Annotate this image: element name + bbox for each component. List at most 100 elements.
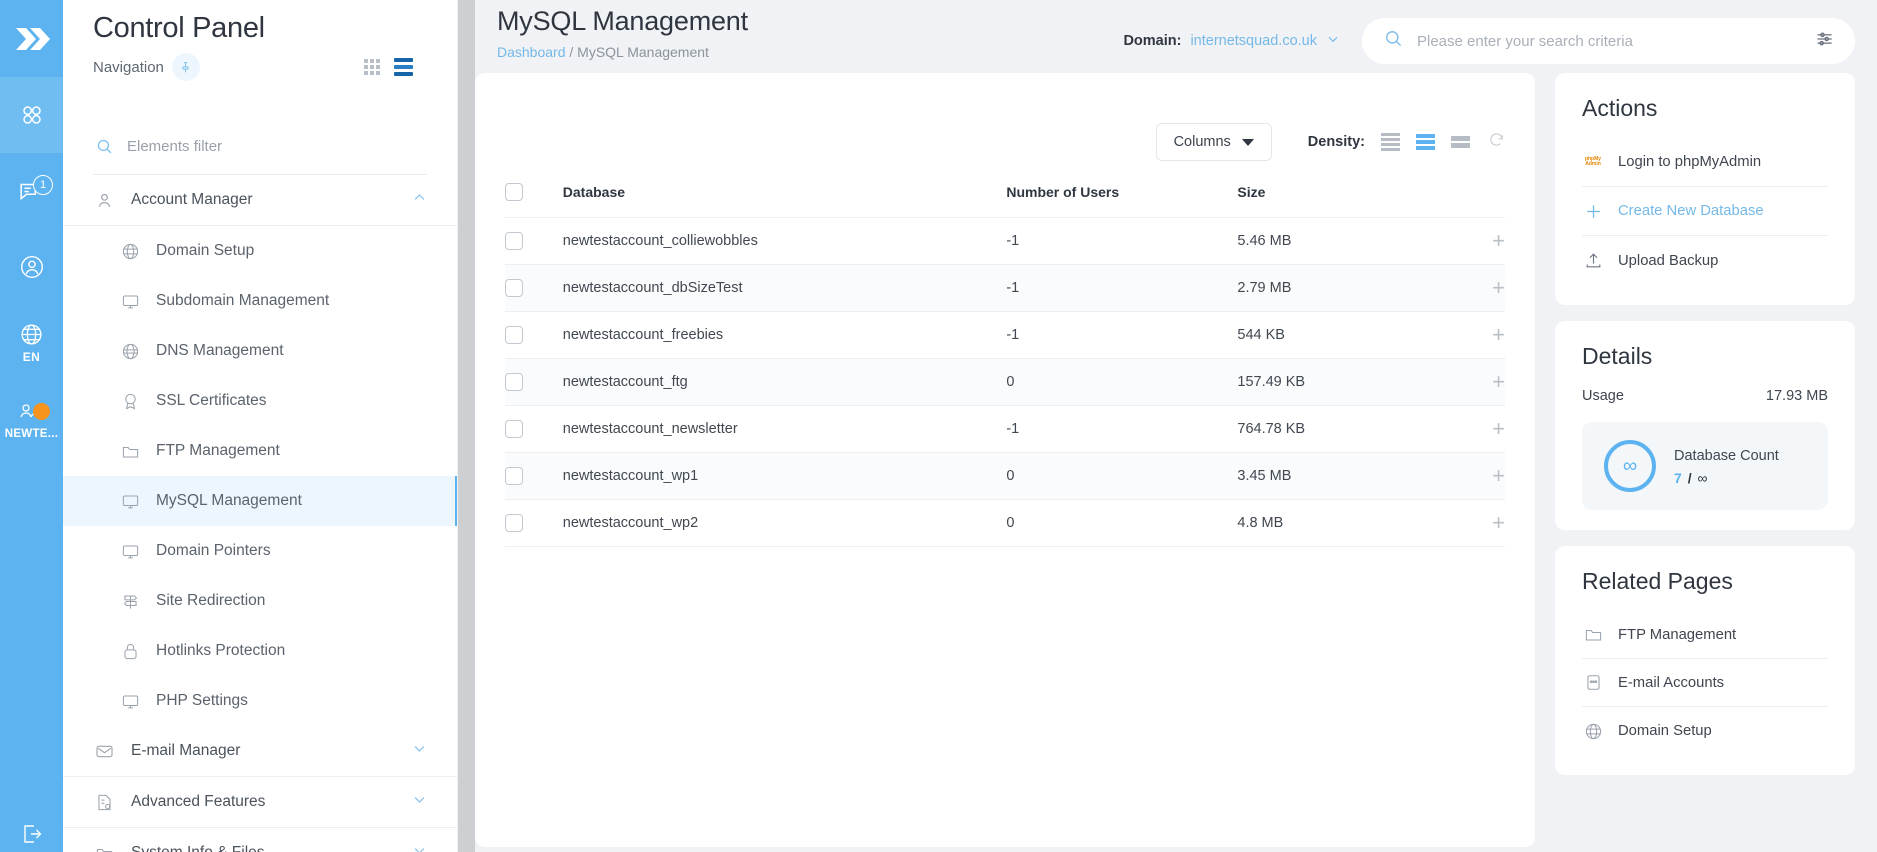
sidebar-item-subdomain-management[interactable]: Subdomain Management (63, 276, 457, 326)
chevron-down-icon[interactable] (412, 792, 427, 812)
upload-icon (1582, 250, 1604, 272)
breadcrumb-current: MySQL Management (577, 44, 709, 60)
table-body: newtestaccount_colliewobbles -1 5.46 MB … (505, 217, 1505, 547)
plus-icon[interactable]: + (1492, 322, 1505, 347)
action-upload-backup[interactable]: Upload Backup (1582, 236, 1828, 285)
density-comfortable-icon[interactable] (1449, 134, 1472, 150)
rail-item-apps[interactable] (0, 77, 63, 153)
sidebar-header: Control Panel Navigation (63, 0, 457, 81)
cell-size: 2.79 MB (1237, 264, 1450, 312)
related-item-domain-setup[interactable]: Domain Setup (1582, 707, 1828, 755)
app-logo[interactable] (0, 0, 63, 77)
rail-item-notifications[interactable]: 1 (0, 153, 63, 229)
sidebar-group-email-manager[interactable]: E-mail Manager (63, 726, 457, 777)
table-row[interactable]: newtestaccount_newsletter -1 764.78 KB + (505, 405, 1505, 453)
chevron-down-icon[interactable] (412, 843, 427, 852)
refresh-icon[interactable] (1488, 131, 1505, 153)
elements-filter[interactable] (93, 119, 427, 175)
rail-item-logout[interactable] (0, 822, 63, 846)
pin-icon[interactable] (171, 53, 200, 81)
sidebar-group-system-info-files[interactable]: System Info & Files (63, 828, 457, 852)
row-checkbox[interactable] (505, 232, 523, 250)
table-row[interactable]: newtestaccount_wp1 0 3.45 MB + (505, 452, 1505, 500)
grid-view-icon[interactable] (364, 59, 380, 75)
sidebar-item-hotlinks-protection[interactable]: Hotlinks Protection (63, 626, 457, 676)
lock-icon (119, 640, 141, 662)
list-view-icon[interactable] (394, 58, 413, 76)
sidebar-item-dns-management[interactable]: DNS Management (63, 326, 457, 376)
sidebar: Control Panel Navigation Elements filter… (63, 0, 475, 852)
search-icon (1384, 29, 1403, 53)
sidebar-group-advanced-features[interactable]: Advanced Features (63, 777, 457, 828)
action-login-phpmyadmin[interactable]: phpMy Admin Login to phpMyAdmin (1582, 138, 1828, 187)
sidebar-group-account-manager[interactable]: Account Manager (63, 175, 457, 226)
plus-icon[interactable]: + (1492, 228, 1505, 253)
domain-value[interactable]: internetsquad.co.uk (1190, 33, 1317, 49)
table-row[interactable]: newtestaccount_colliewobbles -1 5.46 MB … (505, 217, 1505, 265)
databases-table: Database Number of Users Size newtestacc… (505, 177, 1505, 547)
sidebar-title: Control Panel (93, 12, 265, 44)
column-header-users[interactable]: Number of Users (1006, 177, 1238, 218)
details-title: Details (1582, 343, 1653, 369)
column-header-database[interactable]: Database (562, 177, 1007, 218)
sidebar-item-domain-pointers[interactable]: Domain Pointers (63, 526, 457, 576)
sidebar-item-mysql-management[interactable]: MySQL Management (63, 476, 457, 526)
ssl-badge-icon (119, 390, 141, 412)
app-root: 1 EN NEWTE... Control Panel Navigation E… (0, 0, 1877, 852)
related-item-ftp-management[interactable]: FTP Management (1582, 611, 1828, 659)
column-header-size[interactable]: Size (1237, 177, 1450, 218)
sidebar-item-label: Site Redirection (156, 592, 266, 609)
global-search[interactable] (1362, 18, 1855, 64)
infinity-icon: ∞ (1604, 440, 1656, 492)
sidebar-item-domain-setup[interactable]: Domain Setup (63, 226, 457, 276)
sidebar-item-ssl-certificates[interactable]: SSL Certificates (63, 376, 457, 426)
related-item-email-accounts[interactable]: E-mail Accounts (1582, 659, 1828, 707)
plus-icon[interactable]: + (1492, 510, 1505, 535)
row-checkbox[interactable] (505, 420, 523, 438)
action-create-new-database[interactable]: Create New Database (1582, 187, 1828, 236)
sidebar-subtitle: Navigation (93, 58, 164, 76)
elements-filter-input[interactable] (127, 138, 427, 155)
cell-users: 0 (1006, 452, 1238, 500)
sidebar-item-php-settings[interactable]: PHP Settings (63, 676, 457, 726)
density-compact-icon[interactable] (1379, 131, 1402, 153)
columns-button[interactable]: Columns (1155, 123, 1272, 161)
chevron-down-icon[interactable] (1326, 32, 1340, 50)
row-checkbox[interactable] (505, 373, 523, 391)
database-count-current: 7 (1674, 469, 1682, 486)
table-row[interactable]: newtestaccount_wp2 0 4.8 MB + (505, 499, 1505, 547)
cell-users: 0 (1006, 499, 1238, 547)
sidebar-item-label: FTP Management (156, 442, 280, 459)
rail-item-language[interactable]: EN (0, 305, 63, 381)
database-count-separator: / (1687, 469, 1692, 486)
column-header-actions (1449, 177, 1505, 218)
row-checkbox[interactable] (505, 326, 523, 344)
sidebar-item-ftp-management[interactable]: FTP Management (63, 426, 457, 476)
rail-item-user-switch[interactable]: NEWTE... (0, 381, 63, 457)
row-checkbox[interactable] (505, 467, 523, 485)
cell-size: 4.8 MB (1237, 499, 1450, 547)
notification-badge: 1 (33, 175, 53, 195)
plus-icon[interactable]: + (1492, 369, 1505, 394)
plus-icon[interactable]: + (1492, 463, 1505, 488)
chevron-down-icon[interactable] (412, 741, 427, 761)
sidebar-item-label: PHP Settings (156, 692, 248, 709)
row-checkbox[interactable] (505, 514, 523, 532)
sliders-icon[interactable] (1815, 29, 1835, 54)
breadcrumb-dashboard[interactable]: Dashboard (497, 44, 566, 60)
global-search-input[interactable] (1417, 32, 1801, 50)
rail-item-account[interactable] (0, 229, 63, 305)
top-bar: MySQL Management Dashboard / MySQL Manag… (475, 0, 1877, 64)
table-row[interactable]: newtestaccount_ftg 0 157.49 KB + (505, 358, 1505, 406)
chevron-up-icon[interactable] (412, 190, 427, 210)
sidebar-item-site-redirection[interactable]: Site Redirection (63, 576, 457, 626)
domain-selector[interactable]: Domain: internetsquad.co.uk (1123, 32, 1340, 50)
table-row[interactable]: newtestaccount_dbSizeTest -1 2.79 MB + (505, 264, 1505, 312)
plus-icon[interactable]: + (1492, 275, 1505, 300)
density-standard-icon[interactable] (1414, 132, 1437, 152)
select-all-checkbox[interactable] (505, 183, 523, 201)
table-row[interactable]: newtestaccount_freebies -1 544 KB + (505, 311, 1505, 359)
row-checkbox[interactable] (505, 279, 523, 297)
related-item-label: Domain Setup (1618, 723, 1712, 739)
plus-icon[interactable]: + (1492, 416, 1505, 441)
